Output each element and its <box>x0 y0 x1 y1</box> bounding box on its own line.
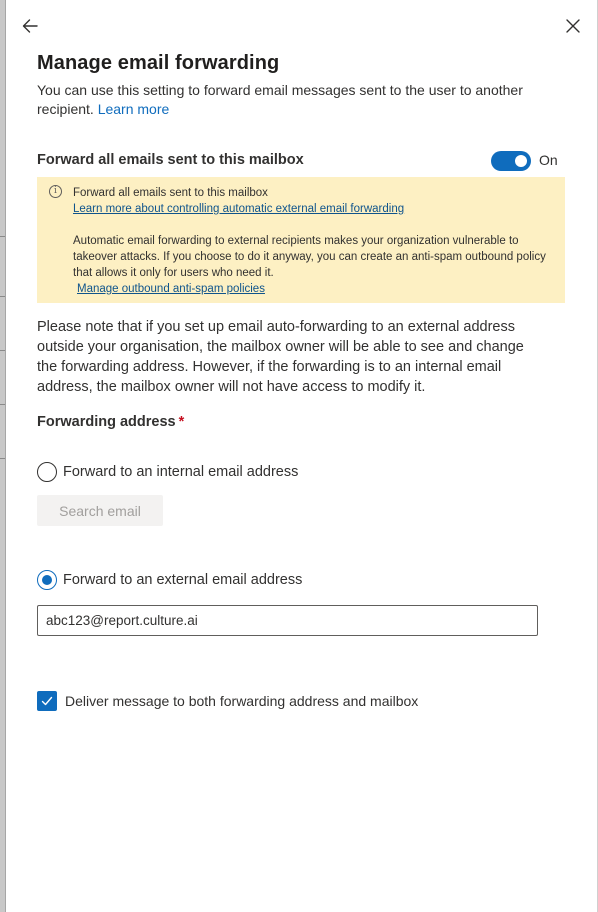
internal-address-label: Forward to an internal email address <box>63 464 299 480</box>
back-button[interactable] <box>18 14 42 38</box>
divider <box>0 350 5 351</box>
required-indicator: * <box>178 414 185 430</box>
forwarding-note: Please note that if you set up email aut… <box>37 319 524 395</box>
search-email-button[interactable]: Search email <box>37 495 163 526</box>
divider <box>0 458 5 459</box>
external-email-input[interactable] <box>37 605 538 636</box>
manage-anti-spam-policies-link[interactable]: Manage outbound anti-spam policies <box>77 283 265 295</box>
warning-heading: Forward all emails sent to this mailbox <box>73 187 268 199</box>
page-title: Manage email forwarding <box>37 52 280 74</box>
divider <box>0 404 5 405</box>
external-address-radio[interactable] <box>37 570 57 590</box>
forwarding-address-text: Forwarding address <box>37 414 176 430</box>
warning-message-bar: i Forward all emails sent to this mailbo… <box>37 177 565 303</box>
background-window-edge <box>0 0 6 912</box>
toggle-state-label: On <box>539 152 558 168</box>
warning-body: Automatic email forwarding to external r… <box>73 235 546 279</box>
info-icon: i <box>49 185 62 198</box>
external-forwarding-learn-more-link[interactable]: Learn more about controlling automatic e… <box>73 203 404 215</box>
forward-all-label: Forward all emails sent to this mailbox <box>37 152 304 168</box>
learn-more-link[interactable]: Learn more <box>98 101 170 117</box>
forwarding-address-label: Forwarding address * <box>37 414 184 430</box>
deliver-both-option[interactable]: Deliver message to both forwarding addre… <box>37 691 418 711</box>
internal-address-radio-option[interactable]: Forward to an internal email address <box>37 462 298 482</box>
divider <box>0 296 5 297</box>
external-address-label: Forward to an external email address <box>63 572 303 588</box>
external-address-radio-option[interactable]: Forward to an external email address <box>37 570 302 590</box>
checkmark-icon <box>41 696 53 706</box>
internal-address-radio[interactable] <box>37 462 57 482</box>
close-button[interactable] <box>561 14 585 38</box>
toggle-knob <box>515 155 527 167</box>
back-arrow-icon <box>22 19 38 33</box>
panel-description: You can use this setting to forward emai… <box>37 81 547 119</box>
deliver-both-label: Deliver message to both forwarding addre… <box>65 693 419 709</box>
divider <box>0 236 5 237</box>
deliver-both-checkbox[interactable] <box>37 691 57 711</box>
close-icon <box>566 19 580 33</box>
radio-selected-dot <box>42 575 52 585</box>
forward-all-toggle[interactable] <box>491 151 531 171</box>
